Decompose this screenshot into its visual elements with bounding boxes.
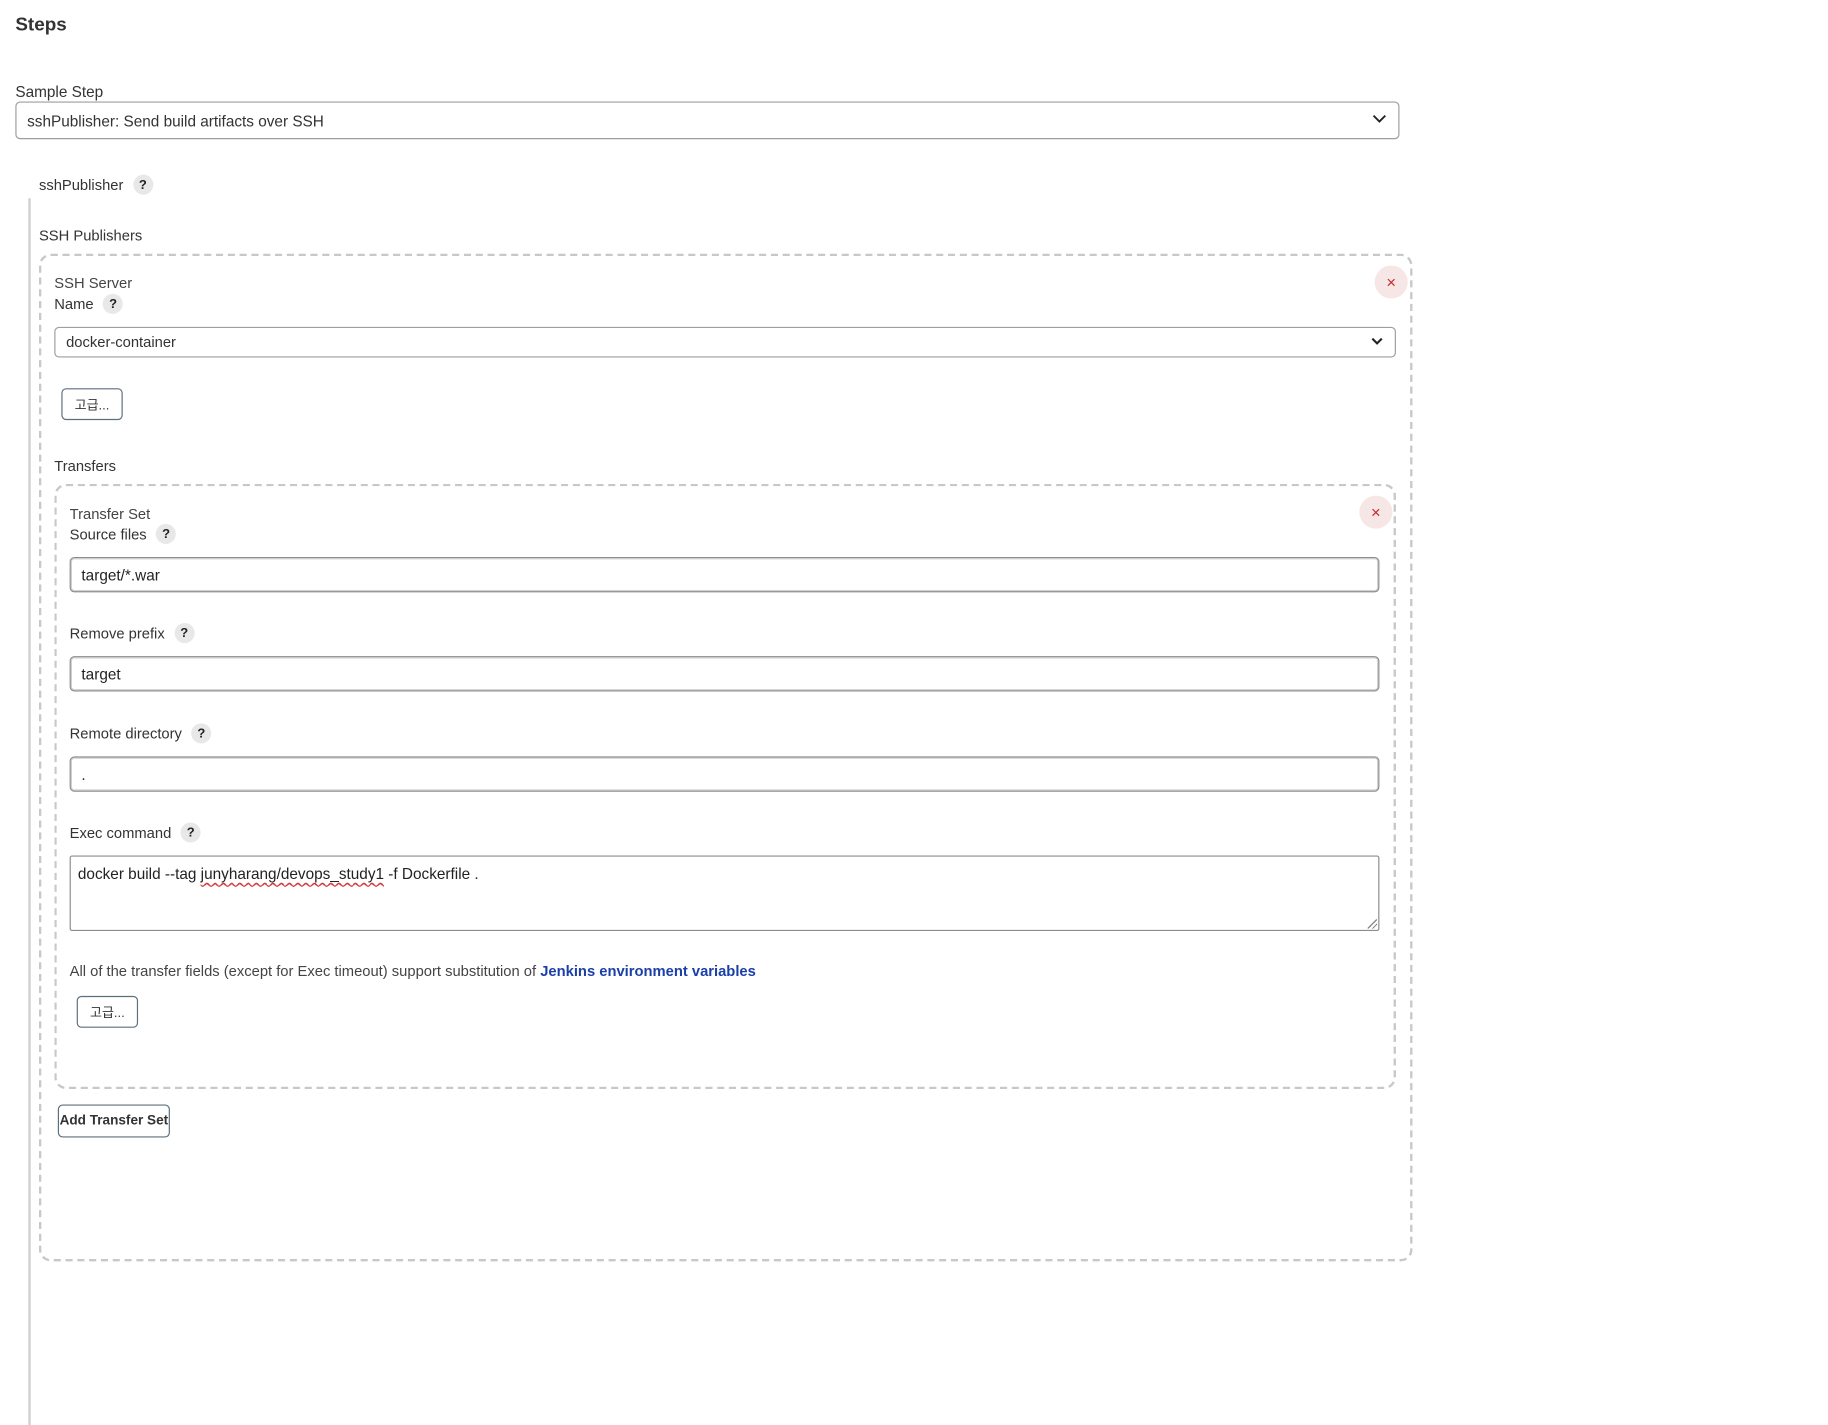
ssh-server-close-icon[interactable]: × [1374,265,1408,299]
sample-step-label-text: Sample Step [15,82,104,101]
sshpublisher-label-text: sshPublisher [38,176,124,193]
add-transfer-set-button[interactable]: Add Transfer Set [57,1104,170,1138]
sample-step-select-value: sshPublisher: Send build artifacts over … [27,111,324,130]
transfer-fields-note: All of the transfer fields (except for E… [70,963,756,980]
page: Steps Sample Step sshPublisher: Send bui… [0,0,1828,1425]
transfer-advanced-button[interactable]: 고급... [76,995,139,1028]
exec-command-help-icon[interactable]: ? [180,822,201,843]
source-files-label: Source files ? [69,523,177,544]
exec-command-textarea[interactable]: docker build --tag junyharang/devops_stu… [69,855,1380,932]
sshpublisher-help-icon[interactable]: ? [132,174,153,195]
ssh-server-heading: SSH Server [54,275,132,292]
sshpublisher-label: sshPublisher ? [38,174,153,195]
remote-directory-help-icon[interactable]: ? [191,723,212,744]
source-files-help-icon[interactable]: ? [156,523,177,544]
steps-title: Steps [15,15,67,36]
server-name-select[interactable]: docker-container [54,326,1396,358]
jenkins-env-vars-link[interactable]: Jenkins environment variables [540,963,756,980]
exec-command-label-text: Exec command [69,824,172,841]
step-rail [28,198,31,1425]
remove-prefix-input-value: target [81,664,121,683]
server-name-select-value: docker-container [66,333,176,351]
source-files-label-text: Source files [69,525,147,543]
ssh-publishers-label: SSH Publishers [39,228,142,245]
exec-command-text-flagged: junyharang/devops_study1 [200,864,385,883]
remove-prefix-help-icon[interactable]: ? [174,623,195,644]
exec-command-label: Exec command ? [69,822,201,843]
sample-step-select[interactable]: sshPublisher: Send build artifacts over … [15,101,1400,140]
remove-prefix-label-text: Remove prefix [69,624,165,642]
exec-command-text-start: docker build --tag [77,864,201,883]
sample-step-label: Sample Step [15,83,103,101]
transfer-fields-note-text: All of the transfer fields (except for E… [69,962,541,980]
server-advanced-button[interactable]: 고급... [61,388,123,421]
remote-directory-label: Remote directory ? [69,723,212,744]
chevron-down-icon [1372,113,1386,127]
remote-directory-input-value: . [81,765,86,783]
server-name-label: Name ? [54,293,124,314]
ssh-publishers-label-text: SSH Publishers [38,227,143,245]
chevron-down-icon [1371,335,1383,349]
transfers-label: Transfers [54,458,116,475]
transfer-set-heading: Transfer Set [70,506,151,523]
source-files-input-value: target/*.war [81,565,160,584]
source-files-input[interactable]: target/*.war [69,556,1380,593]
server-name-label-text: Name [54,295,94,313]
server-name-help-icon[interactable]: ? [103,293,124,314]
transfer-set-close-icon[interactable]: × [1359,495,1393,529]
transfer-set-heading-text: Transfer Set [69,506,151,523]
transfers-label-text: Transfers [54,457,117,475]
remote-directory-label-text: Remote directory [69,725,182,742]
remove-prefix-input[interactable]: target [69,656,1380,692]
remote-directory-input[interactable]: . [69,756,1380,792]
remove-prefix-label: Remove prefix ? [69,623,195,644]
ssh-server-heading-text: SSH Server [54,274,133,292]
exec-command-text-end: -f Dockerfile . [384,864,479,883]
resize-handle-icon[interactable] [1367,919,1378,929]
